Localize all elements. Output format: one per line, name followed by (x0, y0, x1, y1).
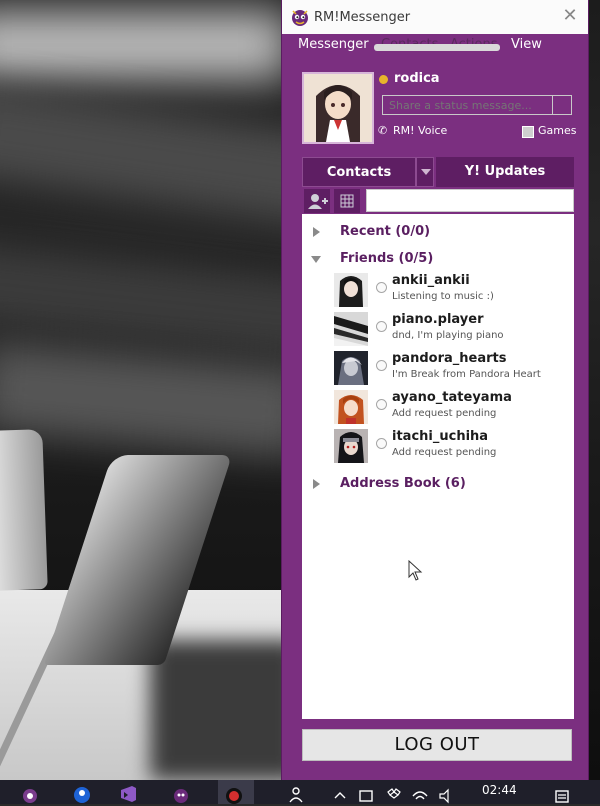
contact-name: ankii_ankii (392, 273, 470, 288)
expand-arrow-icon (313, 227, 320, 237)
contact-list: Recent (0/0) Friends (0/5) ankii_ankii L… (302, 214, 574, 719)
dropbox-icon[interactable] (384, 786, 404, 806)
contact-avatar (334, 429, 368, 463)
view-options-button[interactable] (334, 189, 360, 213)
wifi-icon[interactable] (410, 786, 430, 806)
menu-bar: Messenger Contacts Actions View (282, 34, 588, 56)
contact-status-indicator (376, 438, 387, 449)
contact-item[interactable]: ayano_tateyama Add request pending (334, 389, 574, 427)
status-history-dropdown[interactable] (552, 95, 572, 115)
group-recent[interactable]: Recent (0/0) (302, 221, 574, 243)
contact-status-indicator (376, 399, 387, 410)
location-taskbar-icon[interactable] (72, 784, 92, 804)
voice-link[interactable]: RM! Voice (393, 124, 447, 137)
yahoo-taskbar-icon[interactable] (171, 784, 191, 804)
action-center-icon[interactable] (552, 786, 572, 806)
close-icon[interactable]: ✕ (560, 6, 580, 26)
chevron-up-icon[interactable] (330, 786, 350, 806)
user-avatar-image (304, 74, 372, 142)
contacts-tab-dropdown[interactable] (416, 157, 434, 187)
messenger-taskbar-icon[interactable] (20, 784, 40, 804)
add-contact-icon (308, 194, 328, 209)
contact-name: pandora_hearts (392, 351, 507, 366)
wallpaper-shadow (150, 640, 300, 780)
online-status-indicator[interactable] (379, 75, 388, 84)
logout-button[interactable]: LOG OUT (302, 729, 572, 761)
contact-status-message: Add request pending (392, 447, 497, 458)
phone-icon[interactable]: ✆ (378, 124, 387, 137)
wallpaper-highlight (0, 10, 290, 80)
contact-status-indicator (376, 360, 387, 371)
contact-status-message: I'm Break from Pandora Heart (392, 369, 541, 380)
contact-avatar (334, 390, 368, 424)
menu-overlay-bar (374, 44, 500, 51)
contact-status-indicator (376, 321, 387, 332)
contact-item[interactable]: pandora_hearts I'm Break from Pandora He… (334, 350, 574, 388)
wallpaper-key-shadow (0, 340, 314, 460)
chevron-down-icon (421, 169, 431, 175)
contact-avatar (334, 351, 368, 385)
volume-icon[interactable] (436, 786, 456, 806)
tablet-icon[interactable] (356, 786, 376, 806)
title-bar[interactable]: RM!Messenger ✕ (282, 0, 588, 34)
contact-avatar (334, 312, 368, 346)
contact-name: ayano_tateyama (392, 390, 512, 405)
wallpaper-black-key (0, 429, 48, 591)
group-label: Recent (0/0) (340, 224, 431, 239)
menu-view[interactable]: View (511, 37, 542, 52)
contact-status-message: Add request pending (392, 408, 497, 419)
add-contact-button[interactable] (304, 189, 330, 213)
contact-search-input[interactable] (366, 189, 574, 212)
record-taskbar-icon[interactable] (224, 784, 244, 804)
grid-icon (340, 194, 354, 208)
contact-status-indicator (376, 282, 387, 293)
user-avatar[interactable] (302, 72, 374, 144)
username: rodica (394, 71, 440, 86)
contacts-toolbar (302, 189, 574, 213)
contact-item[interactable]: ankii_ankii Listening to music :) (334, 272, 574, 310)
tab-contacts[interactable]: Contacts (302, 157, 416, 187)
contact-name: piano.player (392, 312, 484, 327)
window-title: RM!Messenger (314, 10, 411, 25)
contact-status-message: dnd, I'm playing piano (392, 330, 504, 341)
taskbar-clock[interactable]: 02:44 (482, 783, 517, 797)
contact-name: itachi_uchiha (392, 429, 489, 444)
group-friends[interactable]: Friends (0/5) (302, 248, 574, 270)
games-link[interactable]: Games (538, 124, 576, 137)
contact-item[interactable]: piano.player dnd, I'm playing piano (334, 311, 574, 349)
contact-status-message: Listening to music :) (392, 291, 494, 302)
contact-item[interactable]: itachi_uchiha Add request pending (334, 428, 574, 466)
mouse-pointer-icon (408, 560, 423, 581)
tab-strip: Contacts Y! Updates (302, 157, 574, 187)
menu-messenger[interactable]: Messenger (298, 37, 369, 52)
messenger-window: RM!Messenger ✕ Messenger Contacts Action… (282, 0, 588, 780)
expand-arrow-icon (313, 479, 320, 489)
status-message-input[interactable] (382, 95, 554, 115)
contact-avatar (334, 273, 368, 307)
visual-studio-icon[interactable] (118, 784, 138, 804)
collapse-arrow-icon (311, 256, 321, 263)
games-icon[interactable] (522, 126, 534, 138)
messenger-logo-icon (292, 10, 308, 26)
group-address-book[interactable]: Address Book (6) (302, 473, 574, 495)
group-label: Address Book (6) (340, 476, 466, 491)
group-label: Friends (0/5) (340, 251, 434, 266)
people-icon[interactable] (286, 784, 306, 804)
tab-updates[interactable]: Y! Updates (436, 157, 574, 187)
